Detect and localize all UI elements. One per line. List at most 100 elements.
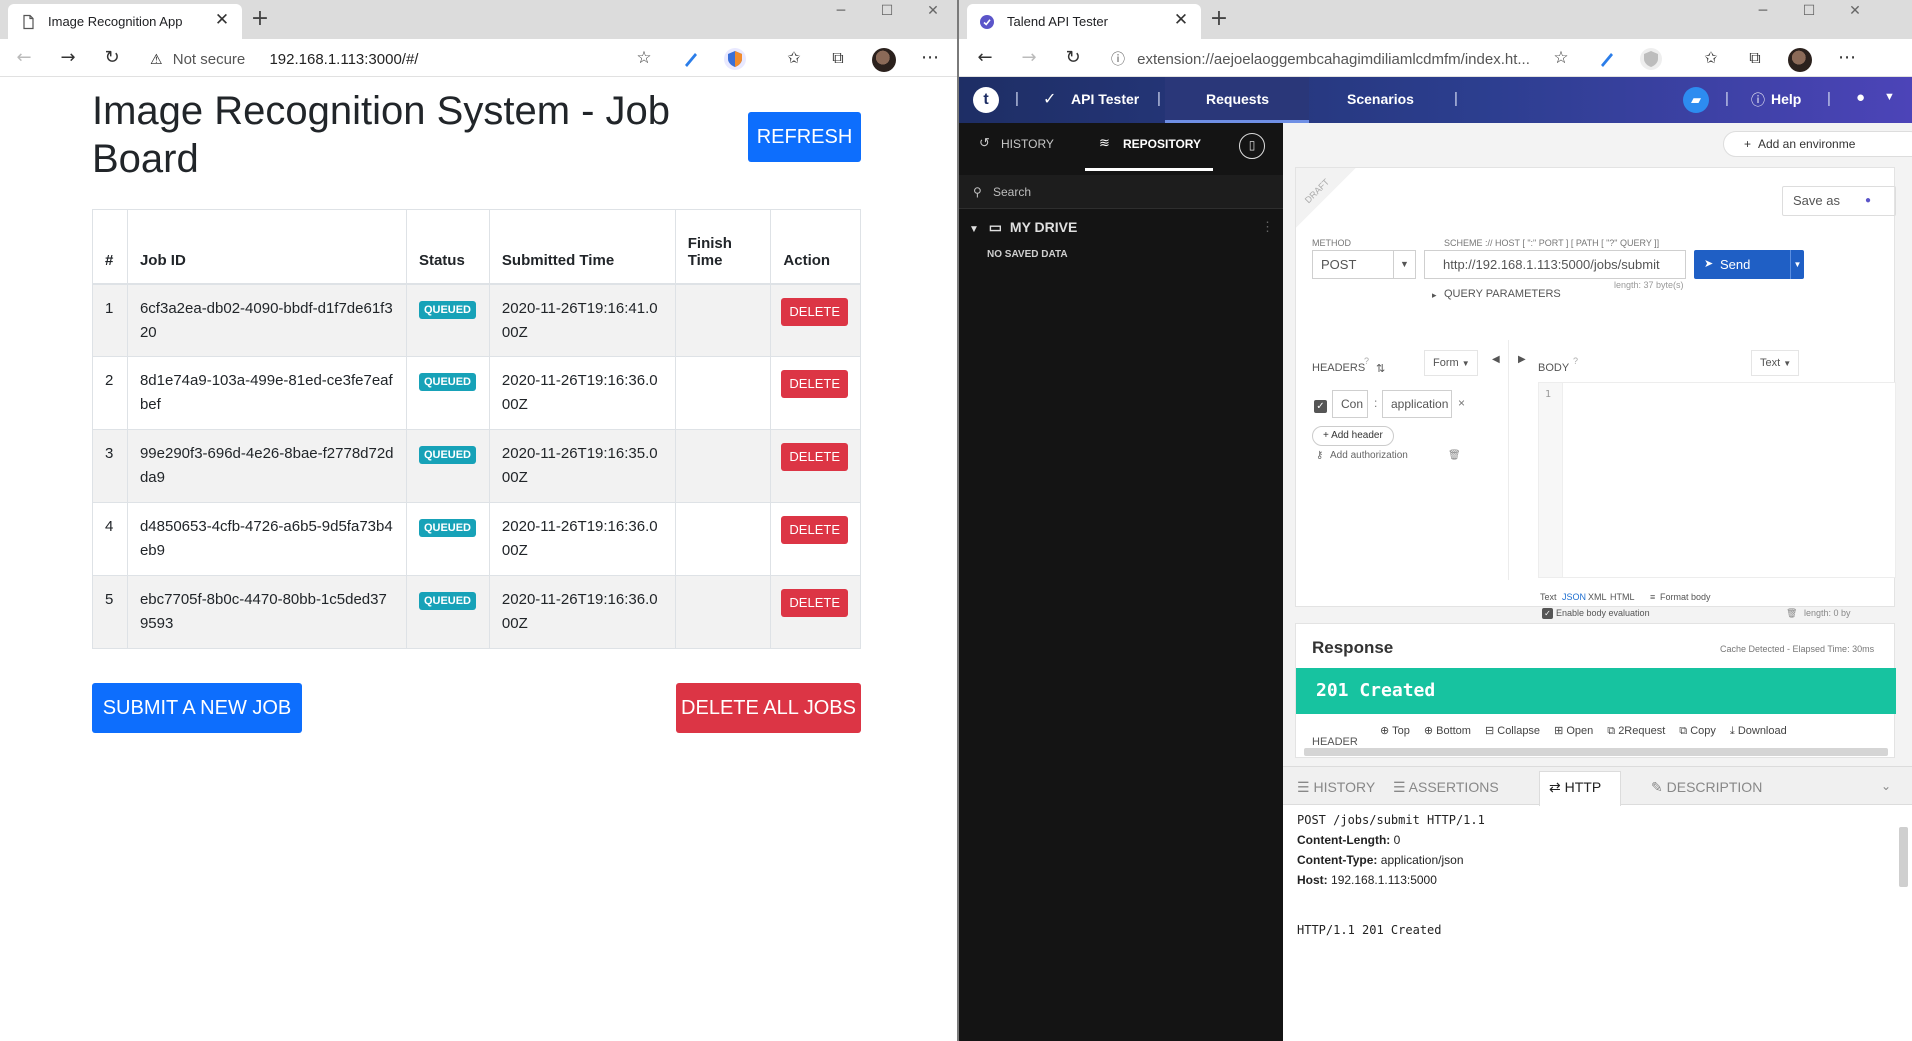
collapse-right-icon[interactable]: ▶ — [1518, 354, 1526, 365]
favorite-star-icon[interactable]: ☆ — [632, 47, 656, 71]
nav-requests[interactable]: Requests — [1206, 91, 1269, 107]
new-tab-icon[interactable]: + — [250, 8, 270, 32]
save-as-button[interactable]: Save as ● — [1782, 186, 1896, 216]
add-authorization-link[interactable]: Add authorization — [1330, 450, 1408, 461]
delete-job-button[interactable]: DELETE — [781, 297, 848, 326]
favorites-icon[interactable]: ✩ — [1699, 47, 1723, 71]
add-environment-button[interactable]: + Add an environme — [1723, 131, 1912, 157]
url-input[interactable]: http://192.168.1.113:5000/jobs/submit — [1424, 250, 1686, 279]
maximize-icon[interactable]: ☐ — [1786, 0, 1832, 28]
profile-avatar[interactable] — [1788, 48, 1812, 72]
extension-shield-icon[interactable] — [1640, 48, 1662, 70]
delete-all-jobs-button[interactable]: DELETE ALL JOBS — [676, 683, 861, 733]
tab-http[interactable]: ⇄ HTTP — [1549, 779, 1601, 796]
sidebar-tab-repository[interactable]: REPOSITORY — [1123, 137, 1201, 151]
minimize-icon[interactable]: ─ — [818, 0, 864, 28]
collapse-pane-icon[interactable]: ⌄ — [1881, 779, 1891, 793]
response-action-copy[interactable]: ⧉ Copy — [1679, 725, 1716, 737]
account-icon[interactable]: ● — [1856, 89, 1865, 106]
query-parameters-toggle[interactable]: QUERY PARAMETERS — [1444, 288, 1561, 300]
plus-icon: + — [1323, 430, 1329, 441]
delete-job-button[interactable]: DELETE — [781, 443, 848, 471]
extension-shield-icon[interactable] — [724, 48, 746, 70]
vertical-scrollbar[interactable] — [1899, 827, 1908, 887]
response-action-top[interactable]: ⊕ Top — [1380, 725, 1410, 737]
collapse-left-icon[interactable]: ◀ — [1492, 354, 1500, 365]
favorites-icon[interactable]: ✩ — [782, 47, 806, 71]
collections-icon[interactable]: ⧉ — [1743, 47, 1767, 71]
header-value-input[interactable]: application — [1382, 390, 1452, 418]
back-icon[interactable]: ← — [973, 47, 997, 71]
add-header-button[interactable]: + Add header — [1312, 426, 1394, 446]
submit-new-job-button[interactable]: SUBMIT A NEW JOB — [92, 683, 302, 733]
response-action-bottom[interactable]: ⊕ Bottom — [1424, 725, 1471, 737]
response-action-open[interactable]: ⊞ Open — [1554, 725, 1593, 737]
status-badge: QUEUED — [418, 373, 476, 391]
close-tab-icon[interactable]: ✕ — [212, 10, 232, 30]
format-xml[interactable]: XML — [1588, 592, 1607, 602]
chevron-down-icon[interactable]: ▼ — [1884, 91, 1895, 103]
tab-assertions[interactable]: ☰ ASSERTIONS — [1393, 779, 1499, 796]
profile-avatar[interactable] — [872, 48, 896, 72]
browser-tab-talend[interactable]: Talend API Tester ✕ — [967, 4, 1201, 39]
reload-icon[interactable]: ↻ — [100, 47, 124, 71]
headers-form-select[interactable]: Form ▼ — [1424, 350, 1478, 376]
chat-icon[interactable]: ▰ — [1683, 87, 1709, 113]
my-drive-folder[interactable]: ▼ ▭ MY DRIVE — [969, 219, 1077, 236]
sidebar-tab-history[interactable]: HISTORY — [1001, 137, 1054, 151]
collections-icon[interactable]: ⧉ — [826, 47, 850, 71]
method-select[interactable]: POST ▼ — [1312, 250, 1416, 279]
new-tab-icon[interactable]: + — [1209, 8, 1229, 32]
nav-help[interactable]: Help — [1771, 91, 1801, 107]
horizontal-scrollbar[interactable] — [1304, 748, 1888, 756]
body-editor[interactable]: 1 — [1538, 382, 1896, 578]
remove-header-icon[interactable]: × — [1458, 396, 1465, 410]
minimize-icon[interactable]: ─ — [1740, 0, 1786, 28]
close-window-icon[interactable]: ✕ — [1832, 0, 1878, 28]
new-file-icon[interactable]: ▯ — [1239, 133, 1265, 159]
format-json[interactable]: JSON — [1562, 592, 1586, 602]
forward-icon[interactable]: → — [1017, 47, 1041, 71]
response-action-download[interactable]: ⤓ Download — [1730, 725, 1787, 737]
address-bar[interactable]: ⚠ Not secure 192.168.1.113:3000/#/ — [150, 46, 670, 72]
send-dropdown-icon[interactable]: ▼ — [1790, 250, 1804, 279]
format-text[interactable]: Text — [1540, 592, 1557, 602]
header-name-input[interactable]: Con — [1332, 390, 1368, 418]
reload-icon[interactable]: ↻ — [1061, 47, 1085, 71]
nav-scenarios[interactable]: Scenarios — [1347, 91, 1414, 107]
delete-job-button[interactable]: DELETE — [781, 589, 848, 617]
tab-description[interactable]: ✎ DESCRIPTION — [1651, 779, 1762, 796]
body-trash-icon[interactable]: 🗑 — [1786, 608, 1797, 619]
response-action-2request[interactable]: ⧉ 2Request — [1607, 725, 1665, 737]
extension-pen-icon[interactable] — [1596, 48, 1618, 70]
favorite-star-icon[interactable]: ☆ — [1549, 47, 1573, 71]
close-tab-icon[interactable]: ✕ — [1171, 10, 1191, 30]
forward-icon[interactable]: → — [56, 47, 80, 71]
format-body-button[interactable]: Format body — [1660, 592, 1711, 602]
delete-job-button[interactable]: DELETE — [781, 516, 848, 544]
back-icon[interactable]: ← — [12, 47, 36, 71]
extension-pen-icon[interactable] — [680, 48, 702, 70]
format-html[interactable]: HTML — [1610, 592, 1635, 602]
sort-icon[interactable]: ⇅ — [1376, 362, 1385, 375]
trash-icon[interactable]: 🗑 — [1448, 450, 1461, 461]
sidebar-search[interactable]: ⚲ Search — [959, 175, 1283, 209]
enable-eval-checkbox[interactable]: ✓ — [1542, 608, 1553, 619]
close-window-icon[interactable]: ✕ — [910, 0, 956, 28]
drive-menu-icon[interactable]: ⋮ — [1261, 219, 1274, 235]
tab-history[interactable]: ☰ HISTORY — [1297, 779, 1375, 796]
delete-job-button[interactable]: DELETE — [781, 370, 848, 398]
doc-icon: ✎ — [1651, 779, 1667, 795]
more-menu-icon[interactable]: ⋯ — [918, 47, 942, 71]
address-bar[interactable]: ⓘ extension://aejoelaoggembcahagimdiliam… — [1111, 46, 1541, 72]
response-action-collapse[interactable]: ⊟ Collapse — [1485, 725, 1540, 737]
refresh-button[interactable]: REFRESH — [748, 112, 861, 162]
more-menu-icon[interactable]: ⋯ — [1835, 47, 1859, 71]
maximize-icon[interactable]: ☐ — [864, 0, 910, 28]
nav-api-tester[interactable]: API Tester — [1071, 91, 1139, 107]
send-button[interactable]: ➤ Send ▼ — [1694, 250, 1804, 279]
body-type-select[interactable]: Text ▼ — [1751, 350, 1799, 376]
browser-tab-image-recognition[interactable]: Image Recognition App ✕ — [8, 4, 242, 39]
header-enabled-checkbox[interactable]: ✓ — [1314, 400, 1327, 413]
talend-logo[interactable]: t — [973, 87, 999, 113]
